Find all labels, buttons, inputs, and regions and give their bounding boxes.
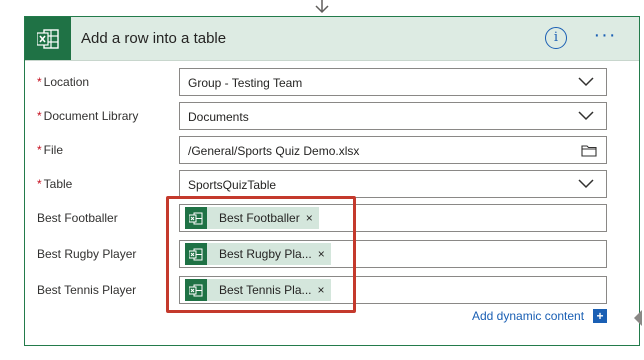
rugby-row: Best Rugby Player Best Rugby Pla... × [25, 240, 639, 268]
action-header[interactable]: Add a row into a table i ··· [25, 17, 639, 61]
footballer-token-label: Best Footballer [219, 211, 300, 225]
file-label-text: File [43, 143, 64, 157]
table-row: * Table SportsQuizTable [25, 170, 639, 198]
rugby-token-label: Best Rugby Pla... [219, 247, 312, 261]
file-row: * File /General/Sports Quiz Demo.xlsx [25, 136, 639, 164]
dynamic-panel-caret-icon [634, 310, 642, 326]
required-marker: * [37, 109, 42, 123]
footballer-field[interactable]: Best Footballer × [179, 204, 607, 232]
library-value: Documents [188, 110, 249, 124]
required-marker: * [37, 75, 42, 89]
tennis-token-label: Best Tennis Pla... [219, 283, 312, 297]
info-icon[interactable]: i [545, 27, 567, 49]
required-marker: * [37, 177, 42, 191]
add-dynamic-content-icon[interactable]: + [593, 309, 607, 323]
file-value: /General/Sports Quiz Demo.xlsx [188, 144, 360, 158]
remove-token-icon[interactable]: × [306, 211, 313, 225]
excel-icon [185, 279, 207, 301]
library-label: * Document Library [37, 109, 138, 123]
location-value: Group - Testing Team [188, 76, 303, 90]
location-dropdown[interactable]: Group - Testing Team [179, 68, 607, 96]
library-dropdown[interactable]: Documents [179, 102, 607, 130]
add-dynamic-content-link[interactable]: Add dynamic content [472, 309, 584, 323]
excel-icon [25, 17, 71, 60]
connector-arrow-icon [315, 0, 329, 14]
tennis-token[interactable]: Best Tennis Pla... × [185, 279, 331, 301]
excel-icon [185, 207, 207, 229]
chevron-down-icon[interactable] [578, 111, 594, 121]
chevron-down-icon[interactable] [578, 179, 594, 189]
location-row: * Location Group - Testing Team [25, 68, 639, 96]
rugby-label: Best Rugby Player [37, 247, 137, 261]
footballer-token[interactable]: Best Footballer × [185, 207, 319, 229]
location-label: * Location [37, 75, 89, 89]
rugby-token[interactable]: Best Rugby Pla... × [185, 243, 331, 265]
file-picker[interactable]: /General/Sports Quiz Demo.xlsx [179, 136, 607, 164]
library-label-text: Document Library [43, 109, 139, 123]
footballer-label: Best Footballer [37, 211, 118, 225]
tennis-row: Best Tennis Player Best Tennis Pla... × [25, 276, 639, 304]
remove-token-icon[interactable]: × [318, 283, 325, 297]
footballer-row: Best Footballer Best Footballer × [25, 204, 639, 232]
table-value: SportsQuizTable [188, 178, 277, 192]
table-dropdown[interactable]: SportsQuizTable [179, 170, 607, 198]
more-options-icon[interactable]: ··· [590, 25, 620, 49]
table-label-text: Table [43, 177, 73, 191]
table-label: * Table [37, 177, 72, 191]
excel-icon [185, 243, 207, 265]
rugby-field[interactable]: Best Rugby Pla... × [179, 240, 607, 268]
chevron-down-icon[interactable] [578, 77, 594, 87]
tennis-field[interactable]: Best Tennis Pla... × [179, 276, 607, 304]
required-marker: * [37, 143, 42, 157]
tennis-label: Best Tennis Player [37, 283, 137, 297]
action-title: Add a row into a table [81, 30, 227, 47]
folder-icon[interactable] [581, 144, 597, 157]
remove-token-icon[interactable]: × [318, 247, 325, 261]
action-card: Add a row into a table i ··· * Location G… [24, 16, 640, 346]
location-label-text: Location [43, 75, 90, 89]
library-row: * Document Library Documents [25, 102, 639, 130]
file-label: * File [37, 143, 63, 157]
